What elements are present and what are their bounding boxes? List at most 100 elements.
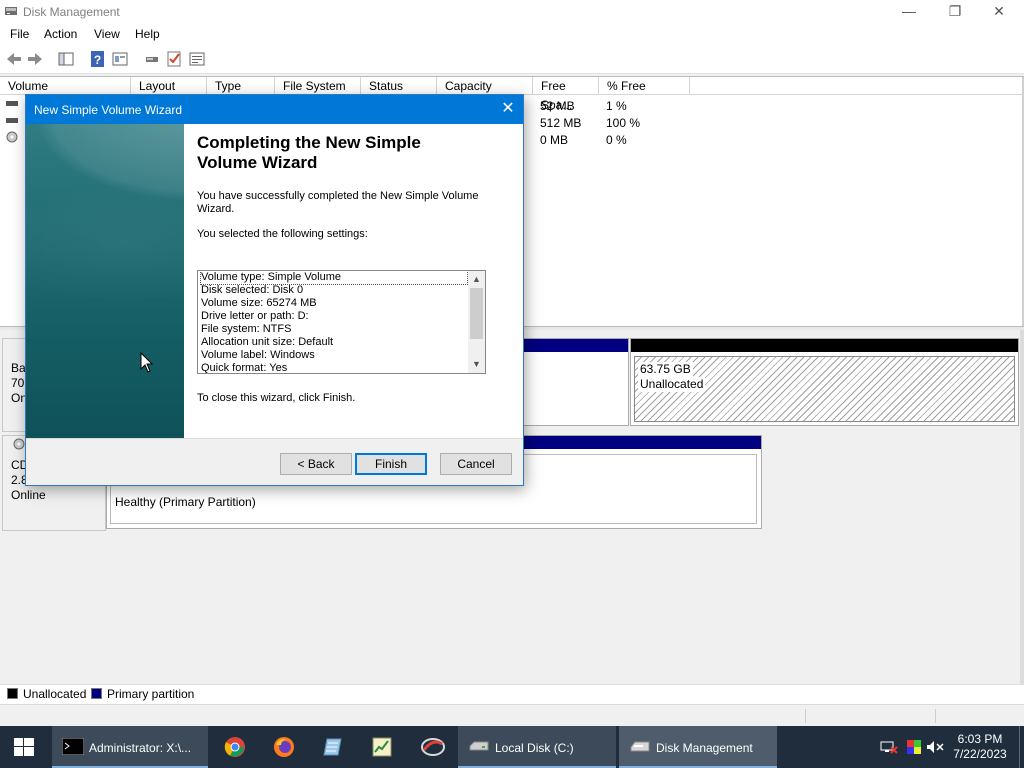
windows-start-icon[interactable] [14,738,34,756]
unallocated-bar [631,339,1018,352]
new-simple-volume-wizard-dialog: New Simple Volume Wizard ✕ Completing th… [0,94,524,486]
column-layout[interactable]: Layout [131,77,207,95]
show-hide-console-tree-icon[interactable] [57,50,75,68]
network-disconnected-icon[interactable] [880,740,898,754]
task-manager-chart-icon[interactable] [371,736,393,758]
taskbar-cmd-window[interactable]: Administrator: X:\... [52,726,208,768]
volume-drive-icon [6,101,18,106]
row3-free-space: 0 MB [540,133,569,147]
unallocated-size: 63.75 GB [638,362,693,377]
taskbar-cmd-label: Administrator: X:\... [89,741,192,755]
network-globe-icon[interactable] [420,736,446,758]
row2-free-space: 512 MB [540,116,582,130]
column-percent-free[interactable]: % Free [599,77,690,95]
window-title: Disk Management [23,5,120,19]
cdrom-partition-status: Healthy (Primary Partition) [115,495,256,509]
setting-allocation-unit-size: Allocation unit size: Default [201,336,334,348]
command-prompt-icon [62,738,84,755]
checklist-icon[interactable] [165,50,183,68]
status-divider [935,709,936,723]
taskbar: Administrator: X:\... Local Disk (C:) Di… [0,726,1024,768]
properties-pane-icon[interactable] [111,50,129,68]
legend-bar: Unallocated Primary partition [0,684,1024,704]
minimize-button[interactable]: — [886,0,932,24]
column-type[interactable]: Type [207,77,275,95]
taskbar-disk-management-window[interactable]: Disk Management [619,726,777,768]
wizard-heading-line: Volume Wizard [197,153,318,172]
chrome-icon[interactable] [224,736,246,758]
cdrom-label-line: Online [11,488,46,502]
wizard-titlebar[interactable]: New Simple Volume Wizard ✕ [26,95,523,124]
back-arrow-icon[interactable] [5,50,23,68]
setting-volume-label: Volume label: Windows [201,349,315,361]
status-bar [0,704,1024,726]
legend-primary-swatch [91,688,102,699]
disk-view-scrollbar[interactable] [1020,330,1024,684]
legend-unallocated-swatch [7,688,18,699]
wizard-settings-lines: Volume type: Simple Volume Disk selected… [200,271,468,373]
column-file-system[interactable]: File System [275,77,361,95]
menu-action[interactable]: Action [44,27,77,41]
column-volume[interactable]: Volume [0,77,131,95]
wizard-side-banner [0,124,286,438]
clock-time: 6:03 PM [957,732,1003,746]
setting-disk-selected: Disk selected: Disk 0 [201,284,304,296]
show-desktop-button[interactable] [1019,726,1024,768]
back-button[interactable]: < Back [280,453,352,475]
row1-percent-free: 1 % [606,99,627,113]
setting-volume-type: Volume type: Simple Volume [200,271,468,285]
forward-arrow-icon[interactable] [26,50,44,68]
taskbar-local-disk-window[interactable]: Local Disk (C:) [458,726,616,768]
row2-percent-free: 100 % [606,116,641,130]
scroll-up-arrow-icon[interactable]: ▲ [468,271,485,288]
taskbar-disk-management-label: Disk Management [656,741,753,755]
menu-file[interactable]: File [10,27,29,41]
close-window-button[interactable]: ✕ [976,0,1022,24]
wizard-close-hint: To close this wizard, click Finish. [197,392,356,404]
scroll-thumb[interactable] [470,288,483,339]
setting-volume-size: Volume size: 65274 MB [201,297,317,309]
legend-unallocated-label: Unallocated [23,687,87,701]
row1-free-space: 52 MB [540,99,575,113]
wizard-title: New Simple Volume Wizard [34,103,183,117]
menu-view[interactable]: View [94,27,120,41]
setting-drive-letter: Drive letter or path: D: [201,310,309,322]
menu-help[interactable]: Help [135,27,160,41]
disk-management-taskbar-icon [630,741,650,752]
finish-button[interactable]: Finish [355,453,427,475]
taskbar-clock[interactable]: 6:03 PM 7/22/2023 [950,732,1010,762]
firefox-icon[interactable] [273,736,295,758]
color-display-icon[interactable] [906,739,922,755]
settings-list-icon[interactable] [188,50,206,68]
wizard-close-button[interactable]: ✕ [499,100,517,118]
menu-bar: File Action View Help [0,24,1024,44]
settings-scrollbar[interactable]: ▲ ▼ [468,271,485,373]
wizard-success-line: Wizard. [197,203,235,215]
connect-disk-icon[interactable] [143,50,161,68]
help-icon[interactable]: ? [89,50,107,68]
volume-drive-icon [6,118,18,123]
cancel-button[interactable]: Cancel [440,453,512,475]
column-free-space[interactable]: Free Spa... [533,77,599,112]
legend-primary-label: Primary partition [107,687,195,701]
taskbar-local-disk-label: Local Disk (C:) [495,741,574,755]
volume-muted-icon[interactable] [926,740,944,754]
disk0-unallocated-partition[interactable]: 63.75 GB Unallocated [630,338,1019,426]
mouse-pointer-icon [140,352,154,373]
wizard-success-line: You have successfully completed the New … [197,190,479,202]
setting-file-system: File system: NTFS [201,323,292,335]
svg-text:?: ? [94,53,101,67]
scroll-down-arrow-icon[interactable]: ▼ [468,356,485,373]
status-divider [805,709,806,723]
cd-drive-icon [6,131,18,143]
wizard-settings-listbox[interactable]: Volume type: Simple Volume Disk selected… [197,270,486,374]
disk-management-app-icon [5,7,17,15]
row3-percent-free: 0 % [606,133,627,147]
wizard-success-text: You have successfully completed the New … [197,190,478,216]
column-capacity[interactable]: Capacity [437,77,533,95]
restore-button[interactable]: ❐ [932,0,978,24]
wizard-footer-separator [26,438,523,439]
column-status[interactable]: Status [361,77,437,95]
notepad-app-icon[interactable] [322,736,344,758]
window-titlebar: Disk Management — ❐ ✕ [0,0,1024,24]
